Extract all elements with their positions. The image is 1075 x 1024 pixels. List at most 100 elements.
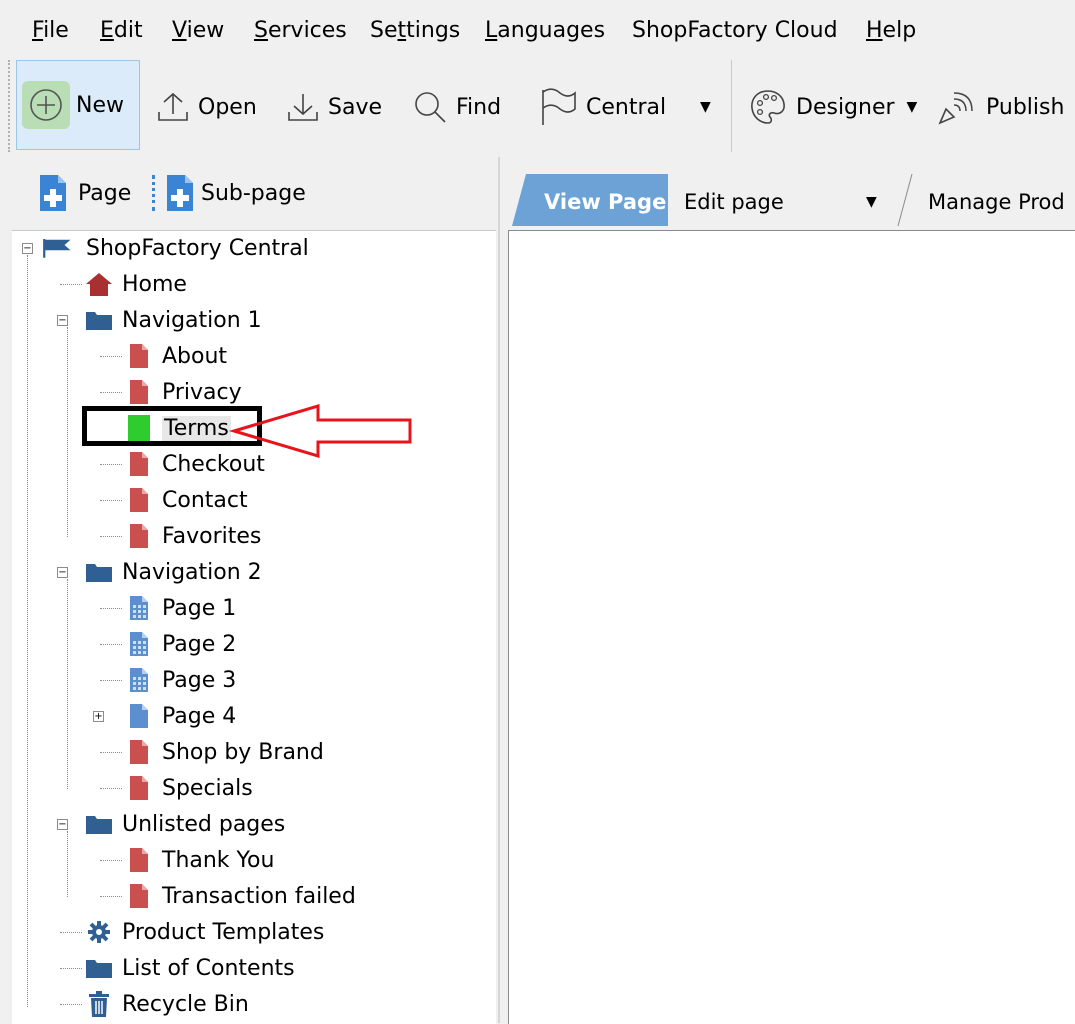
menu-bar: File Edit View Services Settings Languag…: [0, 0, 1075, 62]
menu-view[interactable]: View: [172, 18, 224, 43]
expand-page-4-icon[interactable]: +: [93, 711, 104, 722]
left-panel-toolbar: Page Sub-page: [12, 157, 496, 229]
tab-edit-page[interactable]: Edit page: [684, 178, 784, 226]
new-label: New: [76, 92, 124, 118]
tree-item-recycle-bin[interactable]: Recycle Bin: [84, 988, 249, 1020]
page-red-icon: [124, 773, 154, 803]
tree-line: [100, 464, 122, 465]
menu-settings[interactable]: Settings: [370, 18, 460, 43]
tree-line: [100, 788, 122, 789]
tree-folder-unlisted-pages[interactable]: Unlisted pages: [84, 808, 285, 840]
tree-item-product-templates[interactable]: Product Templates: [84, 916, 324, 948]
collapse-nav1-icon[interactable]: −: [57, 315, 68, 326]
menu-shopfactory-cloud[interactable]: ShopFactory Cloud: [632, 18, 838, 43]
designer-dropdown-arrow-icon[interactable]: ▼: [907, 99, 918, 115]
page-red-icon: [124, 521, 154, 551]
palette-icon: [751, 90, 785, 124]
page-blue-grid-icon: [124, 665, 154, 695]
add-page-button[interactable]: Page: [38, 169, 131, 217]
tree-item-page-4[interactable]: Page 4: [124, 700, 236, 732]
publish-button[interactable]: Publish: [936, 62, 1064, 152]
find-label: Find: [456, 94, 502, 120]
flag-icon: [42, 233, 72, 263]
tree-folder-navigation-1[interactable]: Navigation 1: [84, 304, 262, 336]
tab-view-page[interactable]: View Page: [544, 178, 666, 226]
central-button[interactable]: Central: [538, 62, 666, 152]
open-button[interactable]: Open: [156, 62, 257, 152]
tree-line: [27, 255, 28, 1007]
page-view-area[interactable]: [508, 230, 1075, 1024]
toolbar-grip: [8, 60, 14, 152]
tree-line: [60, 932, 82, 933]
page-red-icon: [124, 485, 154, 515]
tab-manage-products[interactable]: Manage Prod: [928, 178, 1065, 226]
folder-icon: [84, 809, 114, 839]
tree-line: [100, 536, 122, 537]
tree-item-shop-by-brand[interactable]: Shop by Brand: [124, 736, 324, 768]
collapse-unlisted-icon[interactable]: −: [57, 819, 68, 830]
central-label: Central: [586, 94, 667, 120]
page-red-icon: [124, 341, 154, 371]
flag-outline-icon: [542, 88, 576, 125]
gear-icon: [84, 917, 114, 947]
tree-line: [100, 392, 122, 393]
find-button[interactable]: Find: [412, 62, 501, 152]
tree-root[interactable]: ShopFactory Central: [42, 232, 309, 264]
tree-item-privacy[interactable]: Privacy: [124, 376, 242, 408]
new-button[interactable]: New: [16, 60, 140, 150]
tree-item-page-1[interactable]: Page 1: [124, 592, 236, 624]
toolbar-separator: [731, 60, 732, 152]
page-blue-grid-icon: [124, 593, 154, 623]
menu-languages[interactable]: Languages: [485, 18, 605, 43]
save-download-icon: [288, 94, 318, 121]
tree-item-page-2[interactable]: Page 2: [124, 628, 236, 660]
page-red-icon: [124, 377, 154, 407]
collapse-root-icon[interactable]: −: [22, 243, 33, 254]
add-page-icon: [40, 175, 66, 211]
tree-item-home[interactable]: Home: [84, 268, 187, 300]
tree-item-list-of-contents[interactable]: List of Contents: [84, 952, 295, 984]
tree-item-favorites[interactable]: Favorites: [124, 520, 261, 552]
tab-separator: [897, 173, 913, 227]
menu-services[interactable]: Services: [254, 18, 347, 43]
tree-item-about[interactable]: About: [124, 340, 227, 372]
subpage-label: Sub-page: [201, 180, 306, 206]
menu-edit[interactable]: Edit: [100, 18, 143, 43]
collapse-nav2-icon[interactable]: −: [57, 567, 68, 578]
save-button[interactable]: Save: [286, 62, 382, 152]
tree-item-page-3[interactable]: Page 3: [124, 664, 236, 696]
search-icon: [415, 92, 446, 123]
new-plus-icon: [22, 81, 70, 129]
folder-icon: [84, 953, 114, 983]
menu-help[interactable]: Help: [866, 18, 916, 43]
tree-line: [100, 608, 122, 609]
tree-line: [60, 1004, 82, 1005]
tree-line: [67, 831, 68, 897]
subpage-dots-icon: [152, 175, 161, 211]
tree-folder-navigation-2[interactable]: Navigation 2: [84, 556, 262, 588]
open-upload-icon: [158, 92, 188, 121]
edit-page-dropdown-arrow-icon[interactable]: ▼: [866, 178, 877, 226]
tree-item-specials[interactable]: Specials: [124, 772, 253, 804]
central-dropdown-arrow-icon[interactable]: ▼: [700, 62, 711, 152]
publish-label: Publish: [986, 94, 1065, 120]
page-red-icon: [124, 845, 154, 875]
tree-item-transaction-failed[interactable]: Transaction failed: [124, 880, 356, 912]
tree-line: [67, 579, 68, 789]
tree-line: [100, 752, 122, 753]
add-subpage-icon: [167, 175, 193, 211]
add-subpage-button[interactable]: Sub-page: [152, 169, 306, 217]
home-icon: [84, 269, 114, 299]
tree-item-thank-you[interactable]: Thank You: [124, 844, 274, 876]
designer-button[interactable]: Designer ▼: [748, 62, 917, 152]
page-label: Page: [78, 180, 132, 206]
page-red-icon: [124, 449, 154, 479]
panel-splitter[interactable]: [498, 157, 500, 1023]
tree-line: [100, 356, 122, 357]
menu-file[interactable]: File: [32, 18, 69, 43]
page-blue-icon: [124, 701, 154, 731]
page-red-icon: [124, 881, 154, 911]
tree-item-contact[interactable]: Contact: [124, 484, 248, 516]
tree-line: [60, 968, 82, 969]
open-label: Open: [198, 94, 257, 120]
